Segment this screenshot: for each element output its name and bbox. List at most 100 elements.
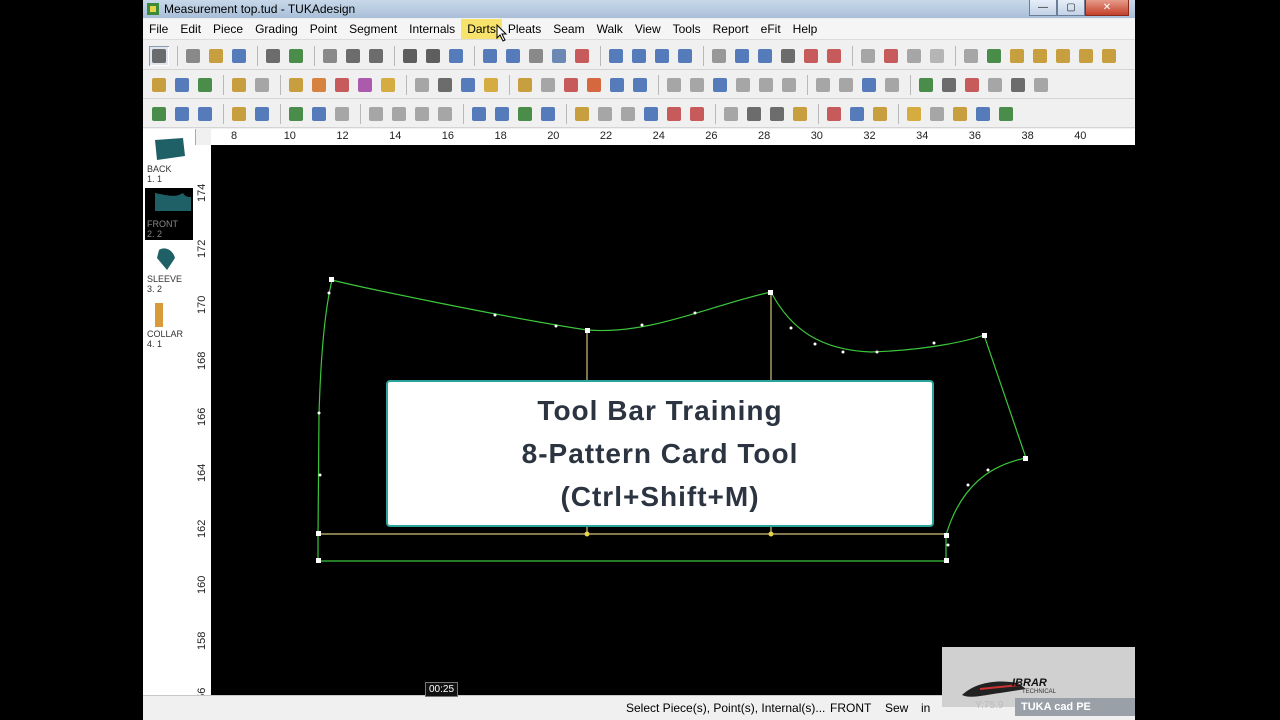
tb1-tool-button[interactable] — [801, 46, 821, 66]
tb2-tool-button[interactable] — [435, 75, 455, 95]
tb1-tool-button[interactable] — [904, 46, 924, 66]
tb2-tool-button[interactable] — [538, 75, 558, 95]
tb1-tool-button[interactable] — [343, 46, 363, 66]
tb2-tool-button[interactable] — [412, 75, 432, 95]
tb3-tool-button[interactable] — [229, 104, 249, 124]
tb1-tool-button[interactable] — [526, 46, 546, 66]
tb1-tool-button[interactable] — [652, 46, 672, 66]
tb3-tool-button[interactable] — [618, 104, 638, 124]
tb1-tool-button[interactable] — [629, 46, 649, 66]
tb3-tool-button[interactable] — [847, 104, 867, 124]
menu-edit[interactable]: Edit — [174, 19, 207, 39]
tb3-tool-button[interactable] — [435, 104, 455, 124]
tb1-tool-button[interactable] — [1076, 46, 1096, 66]
tb3-tool-button[interactable] — [572, 104, 592, 124]
tb1-tool-button[interactable] — [446, 46, 466, 66]
tb1-tool-button[interactable] — [927, 46, 947, 66]
menu-point[interactable]: Point — [304, 19, 343, 39]
tb3-tool-button[interactable] — [973, 104, 993, 124]
tb1-tool-button[interactable] — [881, 46, 901, 66]
tb2-tool-button[interactable] — [195, 75, 215, 95]
menu-piece[interactable]: Piece — [207, 19, 249, 39]
tb1-tool-button[interactable] — [732, 46, 752, 66]
tb2-tool-button[interactable] — [378, 75, 398, 95]
tb1-tool-button[interactable] — [480, 46, 500, 66]
tb1-tool-button[interactable] — [1007, 46, 1027, 66]
tb1-tool-button[interactable] — [549, 46, 569, 66]
tb3-tool-button[interactable] — [309, 104, 329, 124]
tb1-tool-button[interactable] — [1099, 46, 1119, 66]
piece-back[interactable]: BACK 1. 1 — [145, 133, 193, 185]
tb3-tool-button[interactable] — [252, 104, 272, 124]
tb3-tool-button[interactable] — [721, 104, 741, 124]
tb1-tool-button[interactable] — [824, 46, 844, 66]
tb1-tool-button[interactable] — [606, 46, 626, 66]
menu-file[interactable]: File — [143, 19, 174, 39]
tb1-tool-button[interactable] — [229, 46, 249, 66]
tb1-tool-button[interactable] — [206, 46, 226, 66]
menu-walk[interactable]: Walk — [591, 19, 629, 39]
tb2-tool-button[interactable] — [607, 75, 627, 95]
tb3-tool-button[interactable] — [927, 104, 947, 124]
tb1-tool-button[interactable] — [263, 46, 283, 66]
tb2-tool-button[interactable] — [149, 75, 169, 95]
maximize-button[interactable]: ▢ — [1057, 0, 1085, 16]
tb1-tool-button[interactable] — [961, 46, 981, 66]
tb2-tool-button[interactable] — [939, 75, 959, 95]
tb2-tool-button[interactable] — [985, 75, 1005, 95]
menu-tools[interactable]: Tools — [667, 19, 707, 39]
tb2-tool-button[interactable] — [1008, 75, 1028, 95]
tb1-tool-button[interactable] — [366, 46, 386, 66]
tb3-tool-button[interactable] — [412, 104, 432, 124]
tb3-tool-button[interactable] — [824, 104, 844, 124]
tb2-tool-button[interactable] — [962, 75, 982, 95]
tb3-tool-button[interactable] — [389, 104, 409, 124]
tb1-tool-button[interactable] — [183, 46, 203, 66]
tb2-tool-button[interactable] — [779, 75, 799, 95]
tb2-tool-button[interactable] — [309, 75, 329, 95]
tb2-tool-button[interactable] — [733, 75, 753, 95]
tb3-tool-button[interactable] — [538, 104, 558, 124]
tb2-tool-button[interactable] — [355, 75, 375, 95]
tb1-tool-button[interactable] — [503, 46, 523, 66]
tb3-tool-button[interactable] — [366, 104, 386, 124]
tb1-tool-button[interactable] — [778, 46, 798, 66]
menu-report[interactable]: Report — [707, 19, 755, 39]
tb3-tool-button[interactable] — [172, 104, 192, 124]
tb2-tool-button[interactable] — [172, 75, 192, 95]
tb2-tool-button[interactable] — [859, 75, 879, 95]
tb1-tool-button[interactable] — [400, 46, 420, 66]
tb2-tool-button[interactable] — [664, 75, 684, 95]
tb3-tool-button[interactable] — [469, 104, 489, 124]
tb1-tool-button[interactable] — [1053, 46, 1073, 66]
tb3-tool-button[interactable] — [195, 104, 215, 124]
tb3-tool-button[interactable] — [332, 104, 352, 124]
tb3-tool-button[interactable] — [515, 104, 535, 124]
tb2-tool-button[interactable] — [687, 75, 707, 95]
tb2-tool-button[interactable] — [584, 75, 604, 95]
tb2-tool-button[interactable] — [756, 75, 776, 95]
tb2-tool-button[interactable] — [630, 75, 650, 95]
tb2-tool-button[interactable] — [229, 75, 249, 95]
tb3-tool-button[interactable] — [996, 104, 1016, 124]
close-button[interactable]: ✕ — [1085, 0, 1129, 16]
tb2-tool-button[interactable] — [836, 75, 856, 95]
menu-internals[interactable]: Internals — [403, 19, 461, 39]
tb1-tool-button[interactable] — [755, 46, 775, 66]
tb2-tool-button[interactable] — [458, 75, 478, 95]
tb2-tool-button[interactable] — [481, 75, 501, 95]
tb3-tool-button[interactable] — [744, 104, 764, 124]
tb2-tool-button[interactable] — [332, 75, 352, 95]
piece-front[interactable]: FRONT 2. 2 — [145, 188, 193, 240]
tb3-tool-button[interactable] — [904, 104, 924, 124]
menu-segment[interactable]: Segment — [343, 19, 403, 39]
tb1-tool-button[interactable] — [286, 46, 306, 66]
tb2-tool-button[interactable] — [252, 75, 272, 95]
menu-grading[interactable]: Grading — [249, 19, 304, 39]
tb2-tool-button[interactable] — [286, 75, 306, 95]
piece-collar[interactable]: COLLAR 4. 1 — [145, 298, 193, 350]
piece-sleeve[interactable]: SLEEVE 3. 2 — [145, 243, 193, 295]
tb3-tool-button[interactable] — [286, 104, 306, 124]
tb1-tool-button[interactable] — [675, 46, 695, 66]
menu-seam[interactable]: Seam — [547, 19, 590, 39]
